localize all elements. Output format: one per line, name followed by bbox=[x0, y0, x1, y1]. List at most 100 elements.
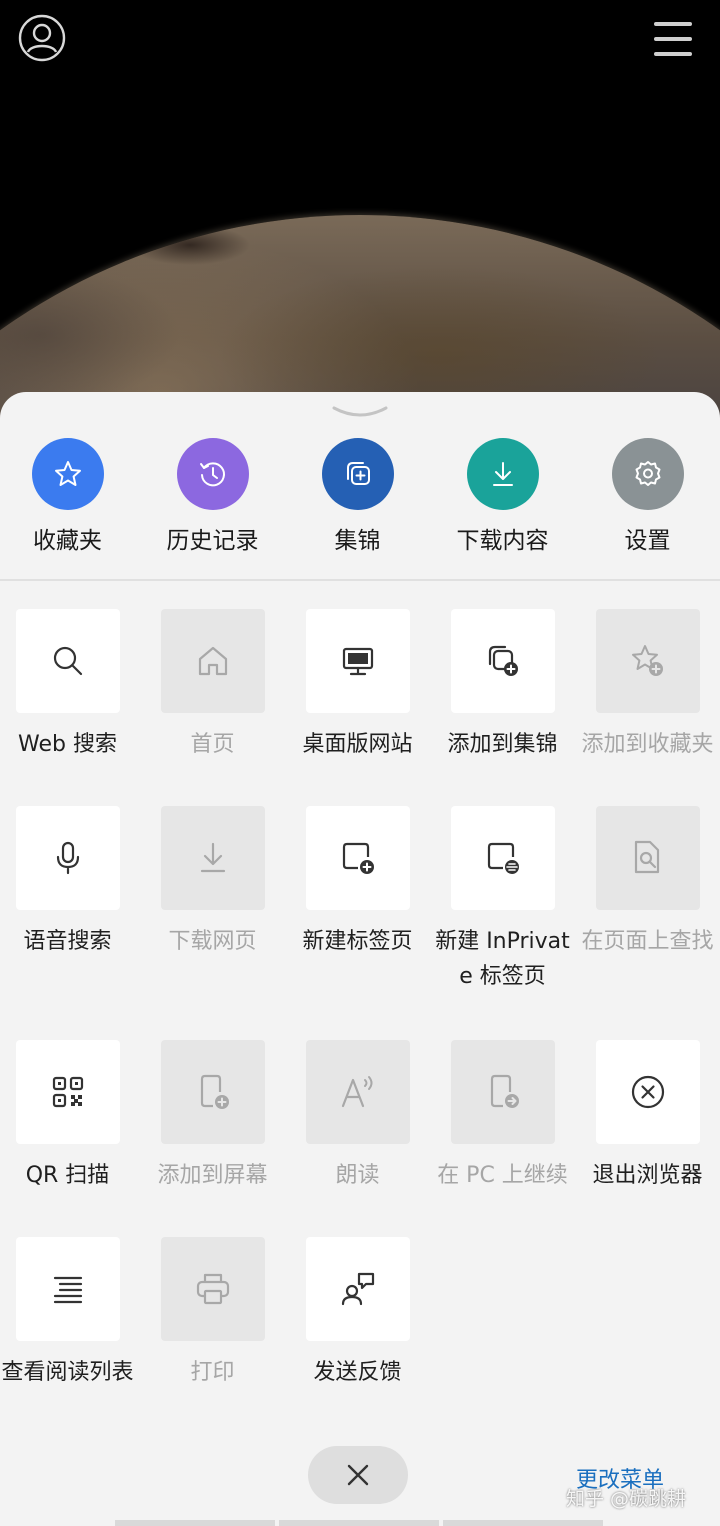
tile-label: 发送反馈 bbox=[313, 1360, 402, 1385]
desktop-site-button[interactable]: 桌面版网站 bbox=[285, 609, 430, 762]
sheet-handle[interactable] bbox=[330, 402, 390, 424]
add-to-collection-icon bbox=[488, 645, 518, 676]
tile-box bbox=[595, 609, 700, 713]
add-to-home-screen-button[interactable]: 添加到屏幕 bbox=[140, 1040, 285, 1193]
new-inprivate-tab-button[interactable]: 新建 InPrivate 标签页 bbox=[430, 806, 575, 994]
tile-label: QR 扫描 bbox=[25, 1163, 110, 1188]
tile-label: 桌面版网站 bbox=[302, 732, 413, 757]
quick-action-label: 收藏夹 bbox=[33, 528, 102, 554]
qr-code-icon bbox=[52, 1076, 83, 1108]
quick-action-favorites[interactable]: 收藏夹 bbox=[0, 438, 140, 556]
tile-box bbox=[305, 609, 410, 713]
history-circle bbox=[176, 438, 249, 510]
browser-menu-button[interactable] bbox=[652, 20, 694, 60]
download-page-button[interactable]: 下载网页 bbox=[140, 806, 285, 959]
new-tab-button[interactable]: 新建标签页 bbox=[285, 806, 430, 959]
reading-list-icon bbox=[53, 1276, 82, 1304]
tile-label: 退出浏览器 bbox=[592, 1163, 703, 1188]
desktop-icon bbox=[342, 647, 373, 676]
settings-circle bbox=[611, 438, 684, 510]
read-aloud-button[interactable]: 朗读 bbox=[285, 1040, 430, 1193]
tile-label: 在 PC 上继续 bbox=[437, 1163, 568, 1188]
tile-label: 添加到集锦 bbox=[447, 732, 558, 757]
nav-bar-segment bbox=[115, 1520, 275, 1526]
tile-label: 语音搜索 bbox=[23, 929, 112, 954]
exit-browser-button[interactable]: 退出浏览器 bbox=[575, 1040, 720, 1193]
quick-action-label: 历史记录 bbox=[166, 528, 259, 554]
tile-box bbox=[15, 609, 120, 713]
nav-bar-segment bbox=[443, 1520, 603, 1526]
quick-action-label: 设置 bbox=[624, 528, 671, 554]
section-divider bbox=[0, 579, 720, 581]
tile-box bbox=[305, 1040, 410, 1144]
collections-circle bbox=[321, 438, 394, 510]
home-button[interactable]: 首页 bbox=[140, 609, 285, 762]
feedback-icon bbox=[341, 1272, 374, 1306]
add-favorite-icon bbox=[631, 645, 663, 676]
downloads-circle bbox=[466, 438, 539, 510]
gear-icon bbox=[635, 461, 660, 486]
send-feedback-button[interactable]: 发送反馈 bbox=[285, 1237, 430, 1390]
voice-search-button[interactable]: 语音搜索 bbox=[0, 806, 140, 959]
tile-box bbox=[15, 1237, 120, 1341]
hamburger-menu-icon bbox=[654, 22, 692, 56]
find-in-page-icon bbox=[634, 840, 659, 874]
tile-label: 朗读 bbox=[335, 1163, 380, 1188]
tile-label: 添加到屏幕 bbox=[157, 1163, 268, 1188]
history-icon bbox=[199, 462, 225, 487]
tile-box bbox=[305, 806, 410, 910]
read-aloud-icon bbox=[341, 1076, 372, 1108]
quick-actions-row: 收藏夹 历史记录 集锦 下载内容 设置 bbox=[0, 438, 720, 558]
web-search-button[interactable]: Web 搜索 bbox=[0, 609, 140, 762]
star-icon bbox=[54, 461, 81, 486]
close-icon bbox=[347, 1464, 369, 1486]
close-menu-button[interactable] bbox=[308, 1446, 408, 1504]
print-button[interactable]: 打印 bbox=[140, 1237, 285, 1390]
quick-action-settings[interactable]: 设置 bbox=[575, 438, 720, 556]
quick-action-label: 下载内容 bbox=[456, 528, 549, 554]
profile-icon bbox=[18, 14, 66, 62]
nav-bar-segment bbox=[279, 1520, 439, 1526]
tile-label: 打印 bbox=[190, 1360, 235, 1385]
continue-on-pc-button[interactable]: 在 PC 上继续 bbox=[430, 1040, 575, 1193]
search-icon bbox=[53, 646, 82, 676]
exit-icon bbox=[631, 1075, 664, 1109]
continue-on-pc-icon bbox=[490, 1074, 519, 1108]
reading-list-button[interactable]: 查看阅读列表 bbox=[0, 1237, 140, 1390]
add-to-favorites-button[interactable]: 添加到收藏夹 bbox=[575, 609, 720, 762]
tile-box bbox=[160, 1040, 265, 1144]
tile-box bbox=[160, 1237, 265, 1341]
quick-action-history[interactable]: 历史记录 bbox=[140, 438, 285, 556]
inprivate-tab-icon bbox=[487, 842, 519, 874]
new-tab-icon bbox=[342, 842, 374, 874]
microphone-icon bbox=[56, 841, 79, 875]
tile-label: 新建 InPrivate 标签页 bbox=[435, 929, 570, 989]
quick-action-collections[interactable]: 集锦 bbox=[285, 438, 430, 556]
tile-box bbox=[450, 1040, 555, 1144]
tile-box bbox=[15, 806, 120, 910]
download-icon bbox=[492, 462, 513, 486]
tile-box bbox=[15, 1040, 120, 1144]
tile-label: 下载网页 bbox=[168, 929, 257, 954]
add-to-collection-button[interactable]: 添加到集锦 bbox=[430, 609, 575, 762]
home-icon bbox=[198, 646, 227, 676]
qr-scan-button[interactable]: QR 扫描 bbox=[0, 1040, 140, 1193]
tile-label: 在页面上查找 bbox=[581, 929, 714, 954]
tile-label: 添加到收藏夹 bbox=[581, 732, 714, 757]
tile-label: 首页 bbox=[190, 732, 235, 757]
menu-sheet: 收藏夹 历史记录 集锦 下载内容 设置 Web 搜索 首页 桌面版网站 添加到集… bbox=[0, 392, 720, 1526]
tile-box bbox=[305, 1237, 410, 1341]
tile-label: Web 搜索 bbox=[18, 732, 117, 757]
tile-label: 新建标签页 bbox=[302, 929, 413, 954]
collections-icon bbox=[346, 462, 370, 485]
tile-box bbox=[160, 609, 265, 713]
find-in-page-button[interactable]: 在页面上查找 bbox=[575, 806, 720, 959]
tile-box bbox=[450, 806, 555, 910]
quick-action-downloads[interactable]: 下载内容 bbox=[430, 438, 575, 556]
tile-box bbox=[595, 1040, 700, 1144]
tile-box bbox=[160, 806, 265, 910]
tile-box bbox=[450, 609, 555, 713]
profile-button[interactable] bbox=[18, 14, 66, 62]
quick-action-label: 集锦 bbox=[334, 528, 381, 554]
tile-box bbox=[595, 806, 700, 910]
